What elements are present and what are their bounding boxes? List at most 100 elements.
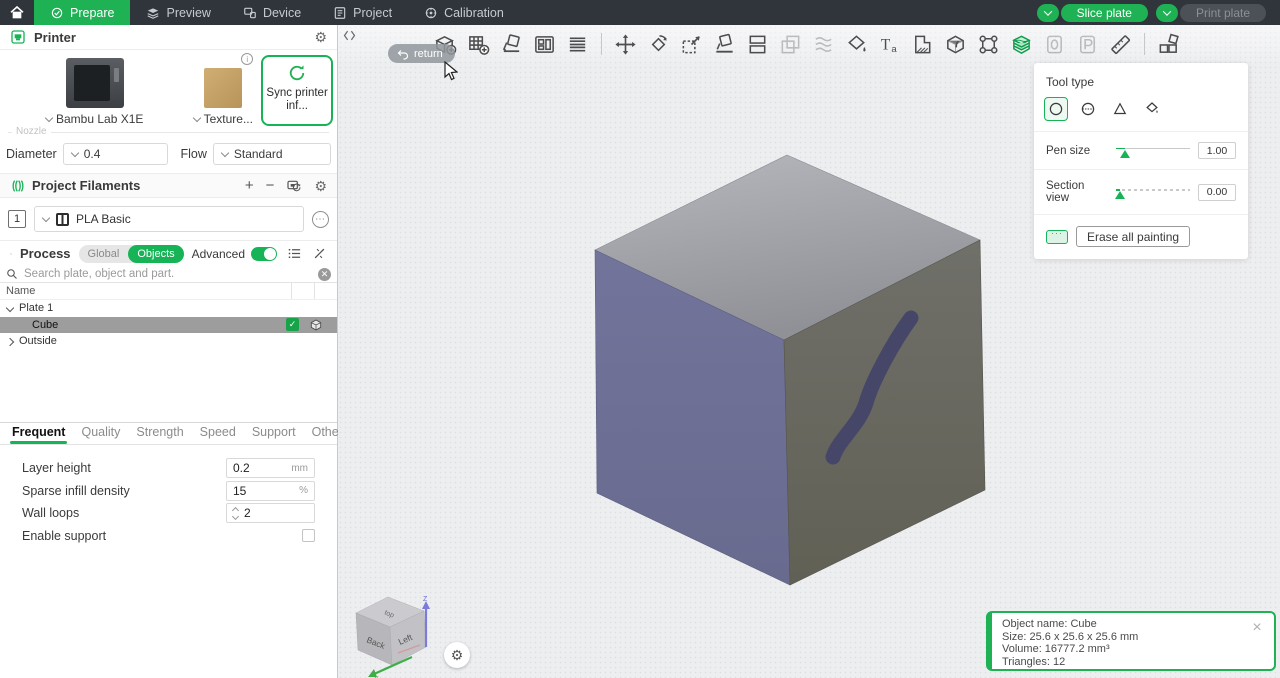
diameter-dropdown[interactable]: 0.4 [63, 143, 169, 165]
tree-row-plate-1[interactable]: Plate 1 [0, 300, 337, 317]
print-options-dropdown[interactable] [1156, 4, 1178, 22]
printer-image [66, 58, 124, 108]
print-enable-checkbox[interactable]: ✓ [286, 318, 299, 331]
clear-search-icon[interactable]: ✕ [318, 268, 331, 281]
process-scope-toggle: Global Objects [79, 245, 184, 263]
section-view-value[interactable]: 0.00 [1198, 184, 1236, 201]
viewport-3d[interactable]: Ta return Tool type Pen size 1.00 Sectio… [338, 25, 1280, 678]
param-row-sparse-infill-density: Sparse infill density15% [0, 480, 337, 503]
tree-row-label: Outside [19, 335, 337, 347]
filament-dropdown[interactable]: PLA Basic [34, 206, 304, 232]
scope-objects-pill[interactable]: Objects [128, 245, 183, 263]
tab-calibration[interactable]: Calibration [408, 0, 520, 25]
tab-strength[interactable]: Strength [128, 425, 191, 444]
pen-size-row: Pen size 1.00 [1034, 132, 1248, 170]
printer-name-dropdown[interactable]: Bambu Lab X1E [46, 112, 143, 126]
place-on-face-icon[interactable] [712, 30, 737, 58]
viewport-toolbar: Ta [433, 30, 1181, 58]
pen-size-value[interactable]: 1.00 [1198, 142, 1236, 159]
parameter-list-icon[interactable] [287, 246, 302, 261]
tab-support[interactable]: Support [244, 425, 304, 444]
remove-filament-button[interactable]: − [266, 178, 275, 193]
auto-orient-icon[interactable] [499, 30, 524, 58]
close-tooltip-icon[interactable]: × [1248, 619, 1266, 637]
add-filament-button[interactable]: + [245, 178, 254, 193]
param-checkbox[interactable] [302, 529, 315, 542]
param-row-enable-support: Enable support [0, 525, 337, 548]
scale-icon[interactable] [679, 30, 704, 58]
tab-device[interactable]: Device [227, 0, 317, 25]
info-icon[interactable]: i [241, 53, 253, 65]
tree-name-column-header: Name [0, 285, 291, 297]
search-bar: Search plate, object and part. ✕ [0, 266, 337, 283]
view-settings-gear-button[interactable]: ⚙ [444, 642, 470, 668]
param-label: Wall loops [22, 506, 226, 520]
circle-tool-icon[interactable] [1044, 97, 1068, 121]
search-icon [6, 268, 18, 280]
plate-name-dropdown[interactable]: Texture... [194, 112, 253, 126]
shortcut-key-icon [1046, 230, 1068, 244]
slice-plate-button[interactable]: Slice plate [1061, 4, 1148, 22]
topbar-actions: Slice plate Print plate [1037, 0, 1280, 25]
tab-quality[interactable]: Quality [73, 425, 128, 444]
param-input[interactable]: 0.2mm [226, 458, 315, 478]
support-painting-icon[interactable] [910, 30, 935, 58]
navigation-cube[interactable]: top Back Left Z Y [348, 595, 448, 678]
pen-size-slider[interactable] [1116, 144, 1190, 158]
return-button[interactable]: return [388, 44, 455, 63]
flow-dropdown[interactable]: Standard [213, 143, 331, 165]
param-spinner[interactable]: 2 [226, 503, 315, 523]
tree-row-outside[interactable]: Outside [0, 333, 337, 350]
advanced-toggle[interactable] [251, 247, 277, 261]
tab-prepare[interactable]: Prepare [34, 0, 130, 25]
printer-settings-gear-icon[interactable]: ⚙ [314, 30, 327, 44]
add-plate-icon[interactable] [466, 30, 491, 58]
text-icon[interactable]: Ta [877, 30, 902, 58]
tree-type-column [314, 283, 337, 299]
seam-painting-icon[interactable] [943, 30, 968, 58]
tab-preview[interactable]: Preview [130, 0, 226, 25]
expander-down-icon[interactable] [6, 304, 15, 313]
printer-select-card[interactable]: Bambu Lab X1E [4, 55, 185, 126]
tree-row-cube[interactable]: Cube✓ [0, 317, 337, 334]
measure-icon[interactable] [1108, 30, 1133, 58]
toolbar-separator [1144, 33, 1145, 55]
section-view-slider[interactable] [1116, 185, 1190, 199]
process-icon [10, 246, 12, 262]
reset-modified-icon[interactable] [312, 246, 327, 261]
assembly-icon[interactable] [1156, 30, 1181, 58]
painting-tool-icon[interactable] [1009, 30, 1034, 58]
filament-settings-gear-icon[interactable]: ⚙ [314, 179, 327, 193]
collapse-sidebar-icon[interactable] [342, 28, 358, 44]
move-icon[interactable] [613, 30, 638, 58]
param-input[interactable]: 15% [226, 481, 315, 501]
sync-filament-list-icon[interactable] [286, 178, 302, 194]
tool-type-label: Tool type [1034, 73, 1248, 97]
cut-icon[interactable] [745, 30, 770, 58]
spinner-arrows[interactable] [233, 508, 238, 519]
tab-frequent[interactable]: Frequent [4, 425, 73, 444]
fuzzy-skin-icon[interactable] [976, 30, 1001, 58]
fill-tool-icon[interactable] [1140, 97, 1164, 121]
plate-select-card[interactable]: i Texture... [191, 55, 255, 126]
tool-type-row [1034, 97, 1248, 132]
print-plate-button[interactable]: Print plate [1180, 4, 1266, 22]
triangle-tool-icon[interactable] [1108, 97, 1132, 121]
settings-tabs: FrequentQualityStrengthSpeedSupportOther… [0, 423, 337, 445]
slice-options-dropdown[interactable] [1037, 4, 1059, 22]
tab-project[interactable]: Project [317, 0, 408, 25]
erase-all-painting-button[interactable]: Erase all painting [1076, 226, 1190, 247]
process-section-header: Process Global Objects Advanced [0, 240, 337, 266]
scope-global-pill[interactable]: Global [79, 245, 129, 263]
split-objects-icon[interactable] [565, 30, 590, 58]
home-button[interactable] [0, 0, 34, 25]
sync-printer-button[interactable]: Sync printer inf... [261, 55, 333, 126]
sphere-tool-icon[interactable] [1076, 97, 1100, 121]
arrange-icon[interactable] [532, 30, 557, 58]
expander-right-icon[interactable] [6, 337, 15, 346]
tab-speed[interactable]: Speed [192, 425, 244, 444]
color-fill-icon[interactable] [844, 30, 869, 58]
filament-menu-button[interactable]: ⋯ [312, 211, 329, 228]
search-input[interactable]: Search plate, object and part. [24, 268, 312, 280]
rotate-icon[interactable] [646, 30, 671, 58]
